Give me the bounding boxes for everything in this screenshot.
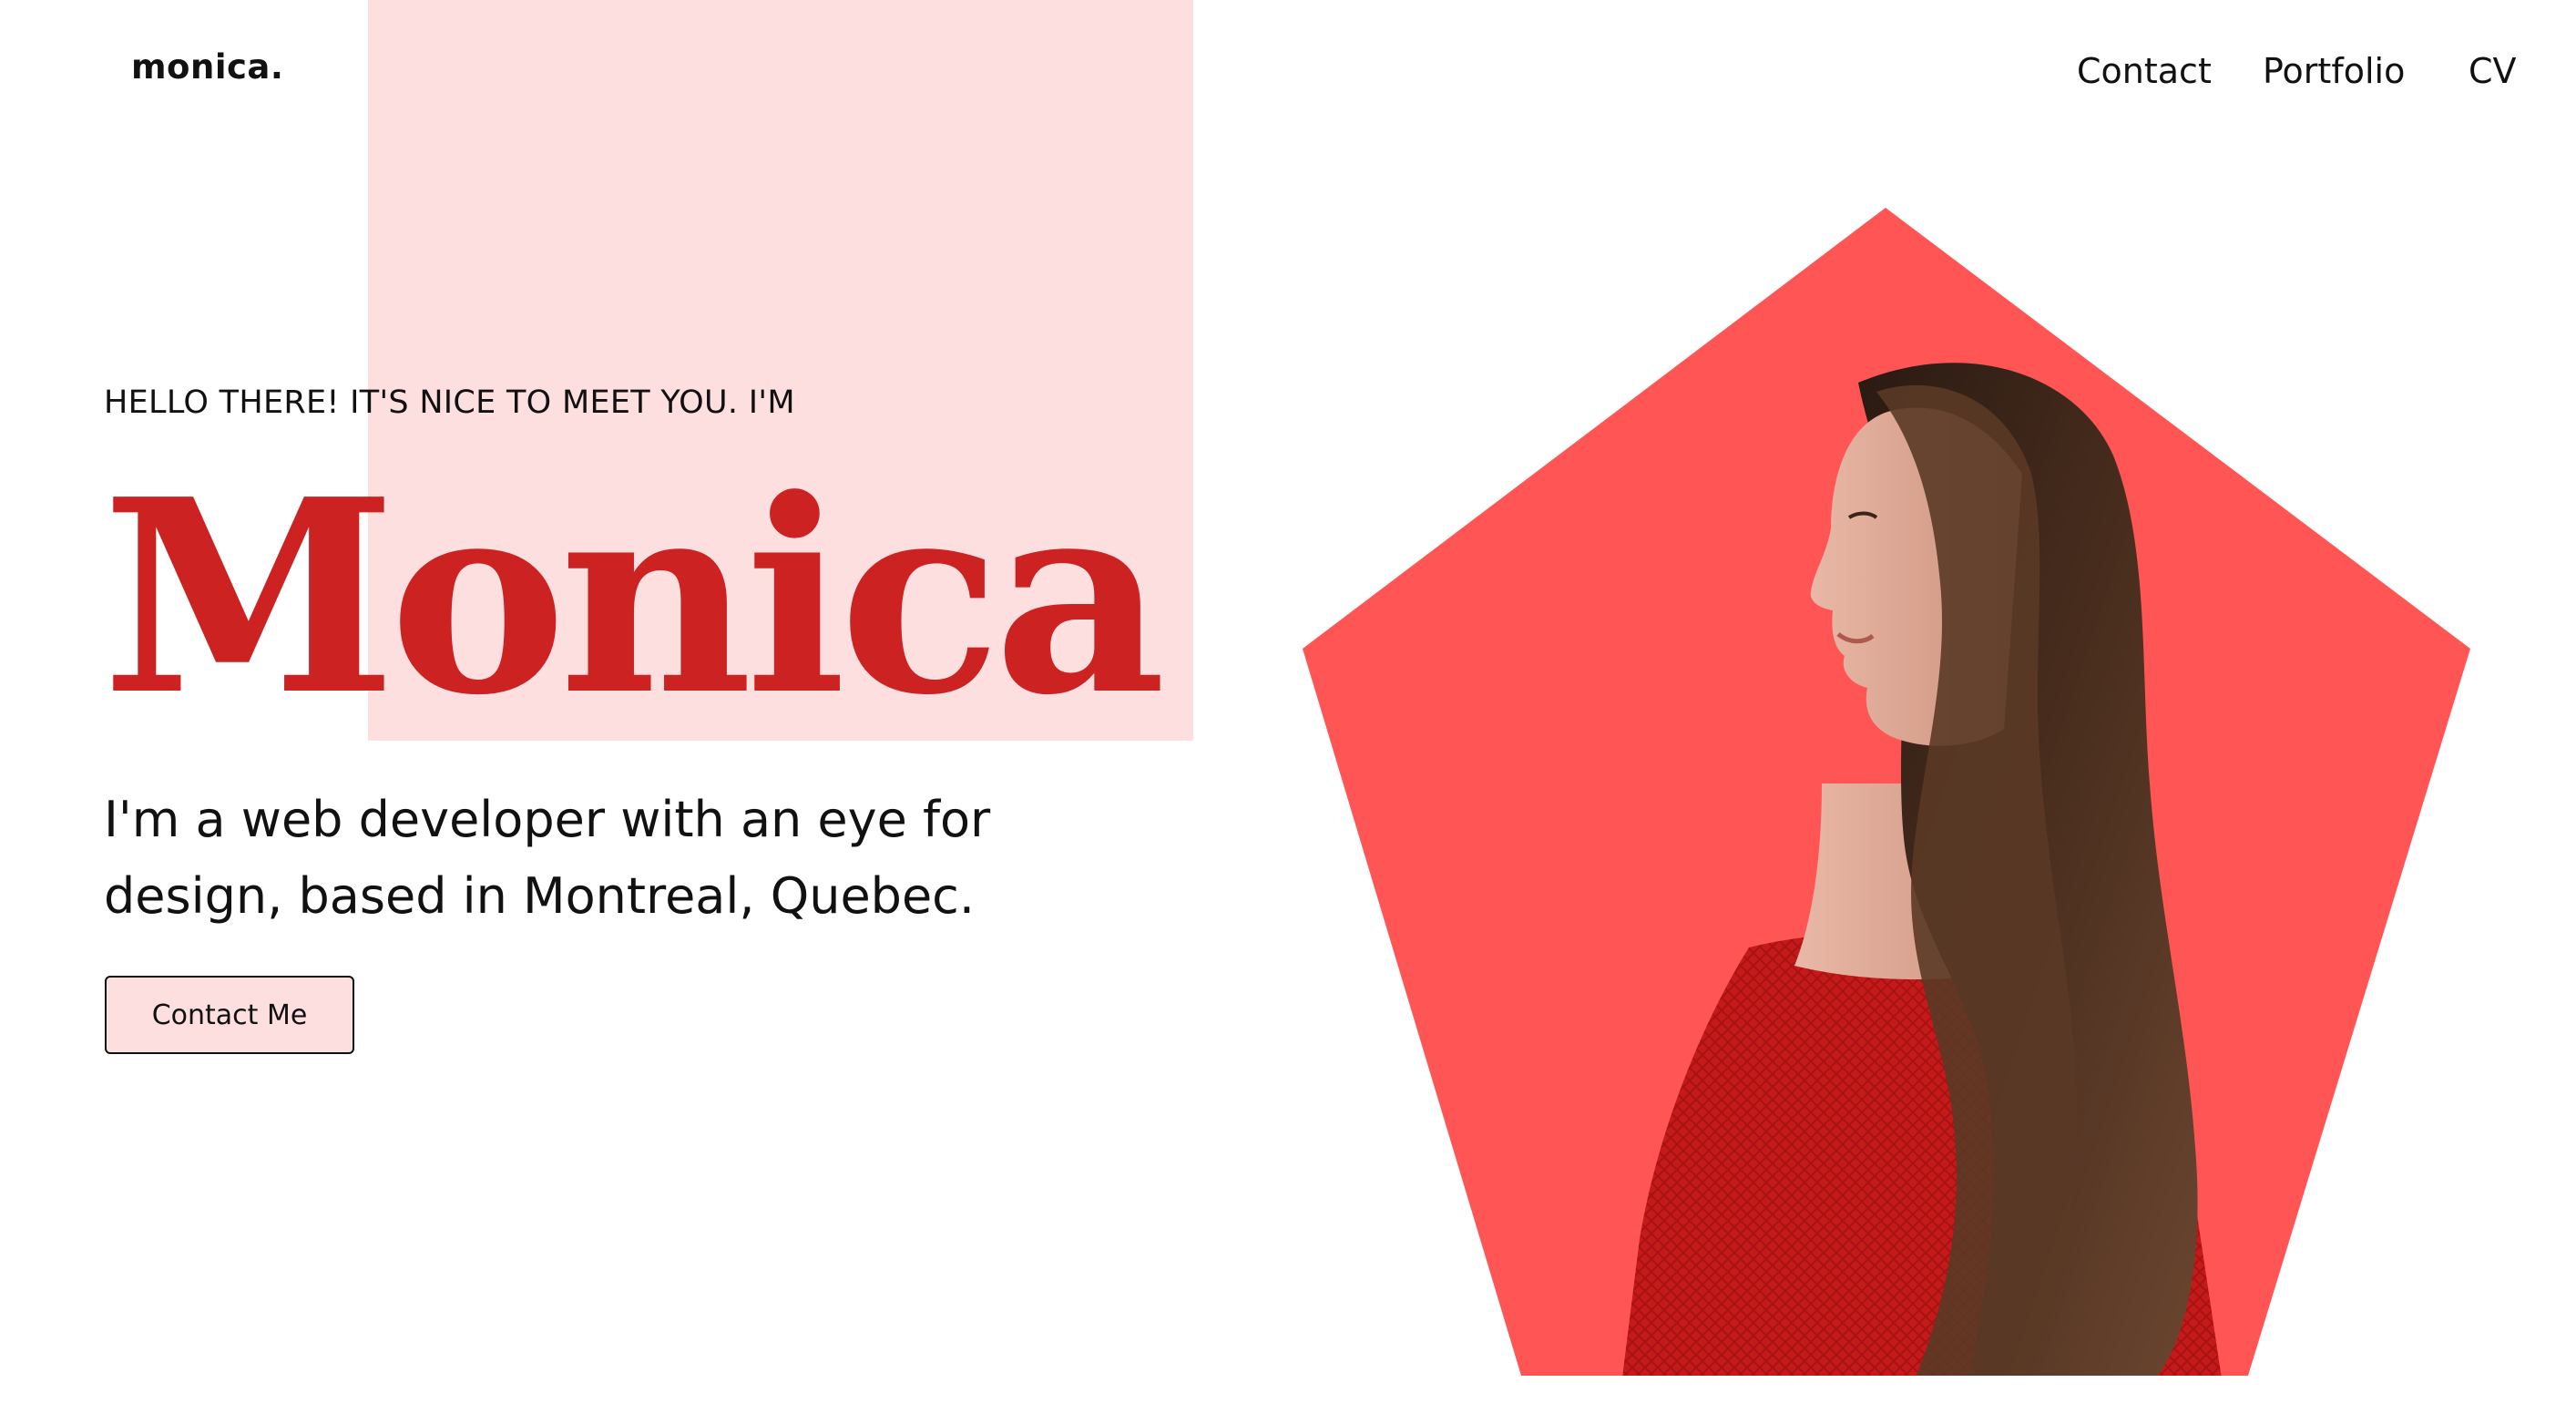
hero-greeting: HELLO THERE! IT'S NICE TO MEET YOU. I'M (104, 384, 795, 421)
portrait-illustration (1303, 208, 2470, 1376)
hero-tagline: I'm a web developer with an eye for desi… (104, 791, 991, 925)
site-logo[interactable]: monica. (131, 47, 283, 87)
contact-me-button[interactable]: Contact Me (105, 976, 354, 1054)
hero-name: Monica (102, 441, 1166, 753)
nav-link-portfolio[interactable]: Portfolio (2263, 51, 2405, 91)
nav-link-contact[interactable]: Contact (2077, 51, 2212, 91)
nav-link-cv[interactable]: CV (2469, 51, 2517, 91)
